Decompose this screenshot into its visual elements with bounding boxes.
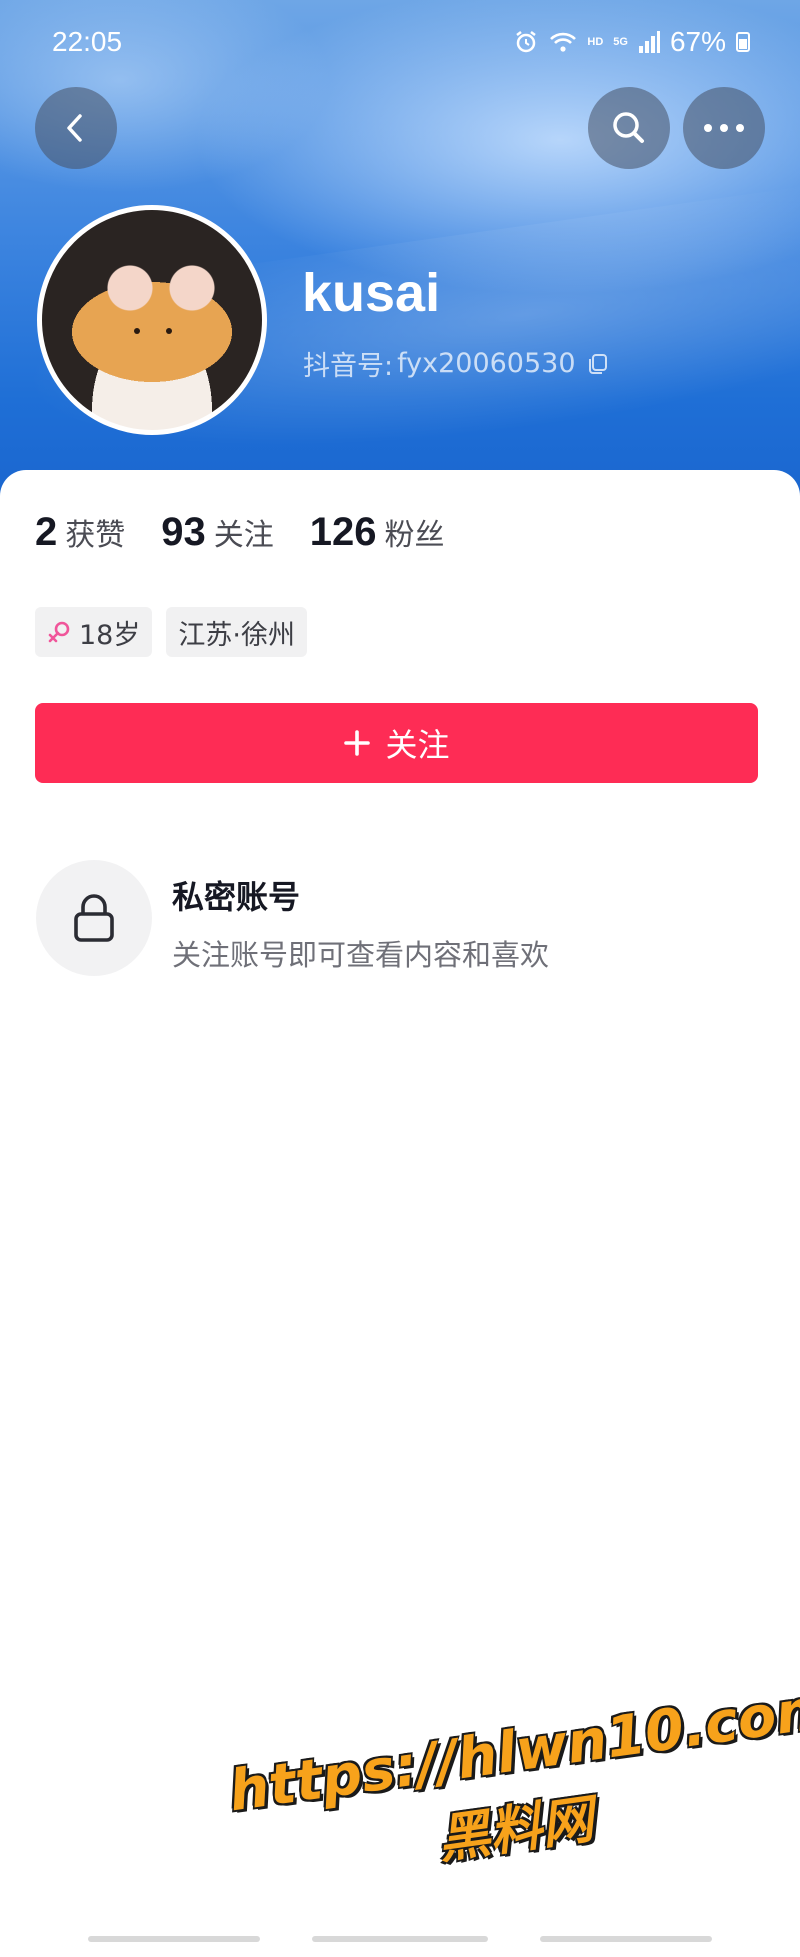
signal-icon bbox=[638, 31, 660, 53]
alarm-icon bbox=[516, 31, 537, 53]
private-account-title: 私密账号 bbox=[172, 878, 301, 916]
douyin-id[interactable]: 抖音号: fyx20060530 bbox=[303, 344, 610, 383]
copy-icon[interactable] bbox=[586, 352, 610, 376]
location-label: 江苏·徐州 bbox=[178, 619, 295, 651]
stat-likes[interactable]: 2 获赞 bbox=[35, 510, 125, 555]
follow-button[interactable]: 关注 bbox=[35, 703, 758, 783]
stat-value: 126 bbox=[309, 510, 377, 554]
stat-following[interactable]: 93 关注 bbox=[161, 510, 274, 555]
chevron-left-icon bbox=[67, 114, 82, 142]
plus-icon bbox=[344, 730, 371, 756]
stat-label: 获赞 bbox=[65, 518, 126, 553]
location-tag: 江苏·徐州 bbox=[166, 607, 307, 657]
search-button[interactable] bbox=[588, 87, 670, 169]
status-icons: HD 5G 67% bbox=[513, 26, 750, 58]
private-account-badge bbox=[36, 860, 152, 976]
stat-followers[interactable]: 126 粉丝 bbox=[310, 510, 445, 555]
douyin-id-label: 抖音号: bbox=[303, 351, 394, 382]
more-button[interactable] bbox=[683, 87, 765, 169]
stat-value: 2 bbox=[35, 510, 58, 554]
hd-label: HD bbox=[587, 36, 604, 48]
back-button[interactable] bbox=[35, 87, 117, 169]
status-time: 22:05 bbox=[52, 26, 123, 57]
status-bar: 22:05 HD 5G 67% bbox=[0, 0, 800, 86]
avatar-photo-detail bbox=[166, 328, 172, 334]
female-icon bbox=[48, 621, 70, 643]
nav-bar-indicator bbox=[540, 1936, 712, 1942]
username: kusai bbox=[302, 263, 441, 323]
nav-bar-indicator bbox=[312, 1936, 488, 1942]
avatar-photo-detail bbox=[134, 328, 140, 334]
wifi-icon bbox=[550, 32, 577, 52]
more-horizontal-icon bbox=[704, 124, 744, 132]
profile-tags: 18岁 江苏·徐州 bbox=[35, 607, 307, 657]
battery-icon bbox=[736, 32, 750, 52]
nav-bar-indicator bbox=[88, 1936, 260, 1942]
private-account-description: 关注账号即可查看内容和喜欢 bbox=[172, 938, 550, 972]
lock-icon bbox=[74, 894, 114, 942]
age-label: 18岁 bbox=[79, 619, 141, 651]
battery-percent: 67% bbox=[669, 26, 726, 57]
network-label: 5G bbox=[613, 36, 628, 48]
douyin-id-value: fyx20060530 bbox=[397, 348, 576, 379]
age-tag: 18岁 bbox=[35, 607, 153, 657]
search-icon bbox=[613, 112, 644, 143]
stat-label: 粉丝 bbox=[384, 518, 445, 553]
follow-button-label: 关注 bbox=[385, 726, 450, 764]
stat-value: 93 bbox=[161, 510, 206, 554]
avatar[interactable] bbox=[37, 205, 267, 435]
profile-stats: 2 获赞 93 关注 126 粉丝 bbox=[35, 510, 481, 555]
stat-label: 关注 bbox=[213, 518, 274, 553]
